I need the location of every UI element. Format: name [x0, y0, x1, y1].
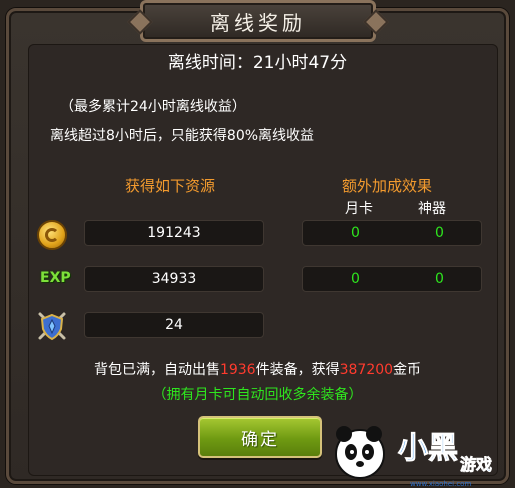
exp-value: 34933	[84, 266, 264, 292]
offline-time-text: 离线时间：21小时47分	[167, 53, 348, 73]
gold-artifact-bonus: 0	[435, 225, 444, 241]
xiaohei-watermark-logo: 小黑 游戏	[335, 426, 492, 479]
item-count-value: 24	[84, 312, 264, 338]
gold-value: 191243	[84, 220, 264, 246]
bag-full-message: 背包已满，自动出售1936件装备，获得387200金币	[0, 359, 515, 379]
resources-header: 获得如下资源	[125, 177, 216, 195]
gold-coin-icon	[37, 220, 67, 250]
svg-text:游戏: 游戏	[460, 455, 492, 474]
month-card-header: 月卡	[345, 201, 373, 217]
bag-full-suffix: 金币	[393, 362, 422, 378]
bag-full-prefix: 背包已满，自动出售	[93, 362, 220, 378]
dialog-title: 离线奖励	[210, 10, 306, 35]
max-offline-note: （最多累计24小时离线收益）	[60, 99, 246, 115]
confirm-button[interactable]: 确定	[198, 416, 322, 458]
bonus-header: 额外加成效果	[342, 177, 433, 195]
exp-bonus-box: 0 0	[302, 266, 482, 292]
watermark-url: www.xiaohei.com	[410, 480, 472, 488]
exp-icon: EXP	[40, 270, 71, 286]
exp-month-card-bonus: 0	[351, 271, 360, 287]
offline-penalty-note: 离线超过8小时后，只能获得80%离线收益	[50, 128, 315, 144]
gold-earned: 387200	[339, 362, 394, 378]
sold-count: 1936	[219, 362, 256, 378]
artifact-header: 神器	[418, 201, 446, 217]
gold-bonus-box: 0 0	[302, 220, 482, 246]
shield-emblem-icon	[36, 310, 68, 342]
exp-artifact-bonus: 0	[435, 271, 444, 287]
gold-month-card-bonus: 0	[351, 225, 360, 241]
svg-text:小黑: 小黑	[398, 431, 458, 466]
dialog-title-plate: 离线奖励	[127, 0, 389, 42]
bag-full-middle: 件装备，获得	[255, 362, 340, 378]
month-card-hint: （拥有月卡可自动回收多余装备）	[152, 387, 363, 403]
